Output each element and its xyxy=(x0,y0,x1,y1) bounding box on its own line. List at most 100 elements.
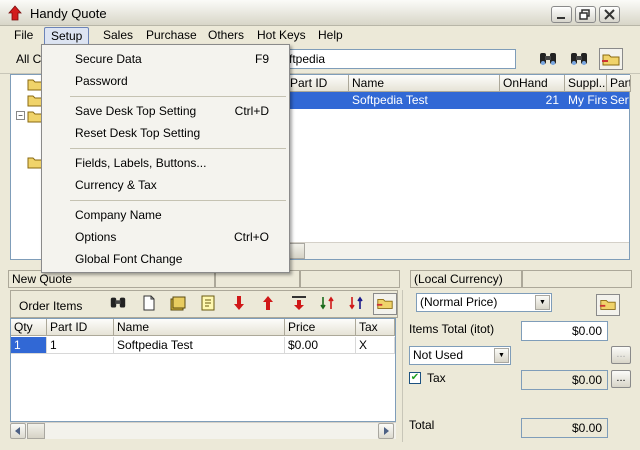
menu-item-save-desktop[interactable]: Save Desk Top Setting Ctrl+D xyxy=(42,100,289,122)
minimize-button[interactable] xyxy=(551,6,572,23)
table-row[interactable]: Softpedia Test 21 My First Serv xyxy=(287,92,629,109)
cell-qty[interactable]: 1 xyxy=(11,337,47,354)
find-next-button[interactable] xyxy=(567,48,591,70)
category-label[interactable]: All C xyxy=(16,52,41,66)
menu-sales[interactable]: Sales xyxy=(97,26,139,46)
menu-separator xyxy=(70,200,286,201)
restore-icon xyxy=(579,9,590,20)
cell-part-id[interactable]: 1 xyxy=(47,337,114,354)
menu-item-company-name[interactable]: Company Name xyxy=(42,204,289,226)
col-part-id[interactable]: Part ID xyxy=(47,319,114,336)
new-item-button[interactable] xyxy=(137,293,161,315)
binoculars-icon xyxy=(571,53,587,65)
insert-below-button[interactable] xyxy=(287,293,311,315)
col-tax[interactable]: Tax xyxy=(356,319,395,336)
cell-name[interactable]: Softpedia Test xyxy=(114,337,285,354)
items-total-label: Items Total (itot) xyxy=(409,322,495,336)
binoculars-icon xyxy=(540,53,556,65)
close-icon xyxy=(604,9,615,20)
new-document-icon xyxy=(143,295,155,311)
close-button[interactable] xyxy=(599,6,620,23)
scroll-right-button[interactable] xyxy=(378,423,394,439)
chevron-down-icon: ▼ xyxy=(494,348,509,363)
menu-item-currency-tax[interactable]: Currency & Tax xyxy=(42,174,289,196)
menu-item-reset-desktop[interactable]: Reset Desk Top Setting xyxy=(42,122,289,144)
totals-folder-button[interactable] xyxy=(596,294,620,316)
app-icon xyxy=(8,5,22,21)
menu-purchase[interactable]: Purchase xyxy=(140,26,203,46)
sort-down-button[interactable] xyxy=(316,293,340,315)
cell-part-id xyxy=(287,92,349,109)
folder-hand-icon xyxy=(599,299,616,310)
open-folder-button[interactable] xyxy=(599,48,623,70)
menu-others[interactable]: Others xyxy=(202,26,250,46)
scroll-left-button[interactable] xyxy=(10,423,26,439)
tax-details-button[interactable]: ... xyxy=(611,370,631,388)
move-up-button[interactable] xyxy=(256,293,280,315)
col-part[interactable]: Part xyxy=(607,75,631,92)
menu-bar: File Setup Sales Purchase Others Hot Key… xyxy=(0,26,640,47)
maximize-button[interactable] xyxy=(575,6,596,23)
move-down-button[interactable] xyxy=(227,293,251,315)
setup-menu: Secure Data F9 Password Save Desk Top Set… xyxy=(41,44,290,273)
tax-field: $0.00 xyxy=(521,370,608,390)
tax-checkbox[interactable]: ✔ xyxy=(409,372,421,384)
col-onhand[interactable]: OnHand xyxy=(500,75,565,92)
sort-icon xyxy=(349,296,363,310)
menu-hot-keys[interactable]: Hot Keys xyxy=(251,26,312,46)
currency-label: (Local Currency) xyxy=(410,270,522,288)
scroll-thumb[interactable] xyxy=(27,423,45,439)
price-level-select[interactable]: (Normal Price) ▼ xyxy=(416,293,552,312)
cell-price[interactable]: $0.00 xyxy=(285,337,356,354)
stack-icon xyxy=(170,296,186,311)
menu-item-fields-labels[interactable]: Fields, Labels, Buttons... xyxy=(42,152,289,174)
search-text: ftpedia xyxy=(289,52,326,66)
col-name[interactable]: Name xyxy=(114,319,285,336)
discount-details-button[interactable]: ... xyxy=(611,346,631,364)
arrow-left-icon xyxy=(15,427,20,435)
horizontal-scrollbar[interactable] xyxy=(287,242,629,259)
discount-select[interactable]: Not Used ▼ xyxy=(409,346,511,365)
find-button[interactable] xyxy=(536,48,560,70)
col-qty[interactable]: Qty xyxy=(11,319,47,336)
col-name[interactable]: Name xyxy=(349,75,500,92)
col-supplier[interactable]: Suppl... xyxy=(565,75,607,92)
menu-file[interactable]: File xyxy=(8,26,39,46)
menu-item-secure-data[interactable]: Secure Data F9 xyxy=(42,48,289,70)
note-button[interactable] xyxy=(196,293,220,315)
items-total-field[interactable]: $0.00 xyxy=(521,321,608,341)
price-level-value: (Normal Price) xyxy=(420,295,498,309)
order-items-grid[interactable]: Qty Part ID Name Price Tax 1 1 Softpedia… xyxy=(10,318,396,422)
total-label: Total xyxy=(409,418,435,432)
title-bar: Handy Quote xyxy=(0,0,640,26)
menu-item-global-font[interactable]: Global Font Change xyxy=(42,248,289,270)
discount-option-value: Not Used xyxy=(413,348,464,362)
order-items-label: Order Items xyxy=(19,299,83,313)
menu-item-password[interactable]: Password xyxy=(42,70,289,92)
cell-onhand: 21 xyxy=(545,93,559,107)
items-horizontal-scrollbar[interactable] xyxy=(10,422,396,439)
panel-divider xyxy=(402,290,403,442)
col-price[interactable]: Price xyxy=(285,319,356,336)
insert-below-icon xyxy=(292,296,306,310)
folder-hand-icon xyxy=(602,54,620,66)
menu-separator xyxy=(70,96,286,97)
search-field[interactable]: ftpedia xyxy=(286,49,516,69)
sort-up-button[interactable] xyxy=(345,293,369,315)
menu-help[interactable]: Help xyxy=(312,26,349,46)
products-grid[interactable]: Part ID Name OnHand Suppl... Part Softpe… xyxy=(286,74,631,260)
order-items-toolbar: Order Items xyxy=(10,290,398,318)
folder-hand-icon xyxy=(376,298,393,309)
minimize-icon xyxy=(557,17,565,19)
note-icon xyxy=(201,295,215,311)
cell-tax[interactable]: X xyxy=(356,337,395,354)
tree-expander[interactable]: − xyxy=(16,111,25,120)
find-item-button[interactable] xyxy=(106,293,130,315)
binoculars-icon xyxy=(110,297,126,308)
cell-part: Serv xyxy=(610,93,629,107)
col-part-id[interactable]: Part ID xyxy=(287,75,349,92)
menu-separator xyxy=(70,148,286,149)
open-item-folder-button[interactable] xyxy=(373,293,397,315)
menu-item-options[interactable]: Options Ctrl+O xyxy=(42,226,289,248)
stack-button[interactable] xyxy=(166,293,190,315)
